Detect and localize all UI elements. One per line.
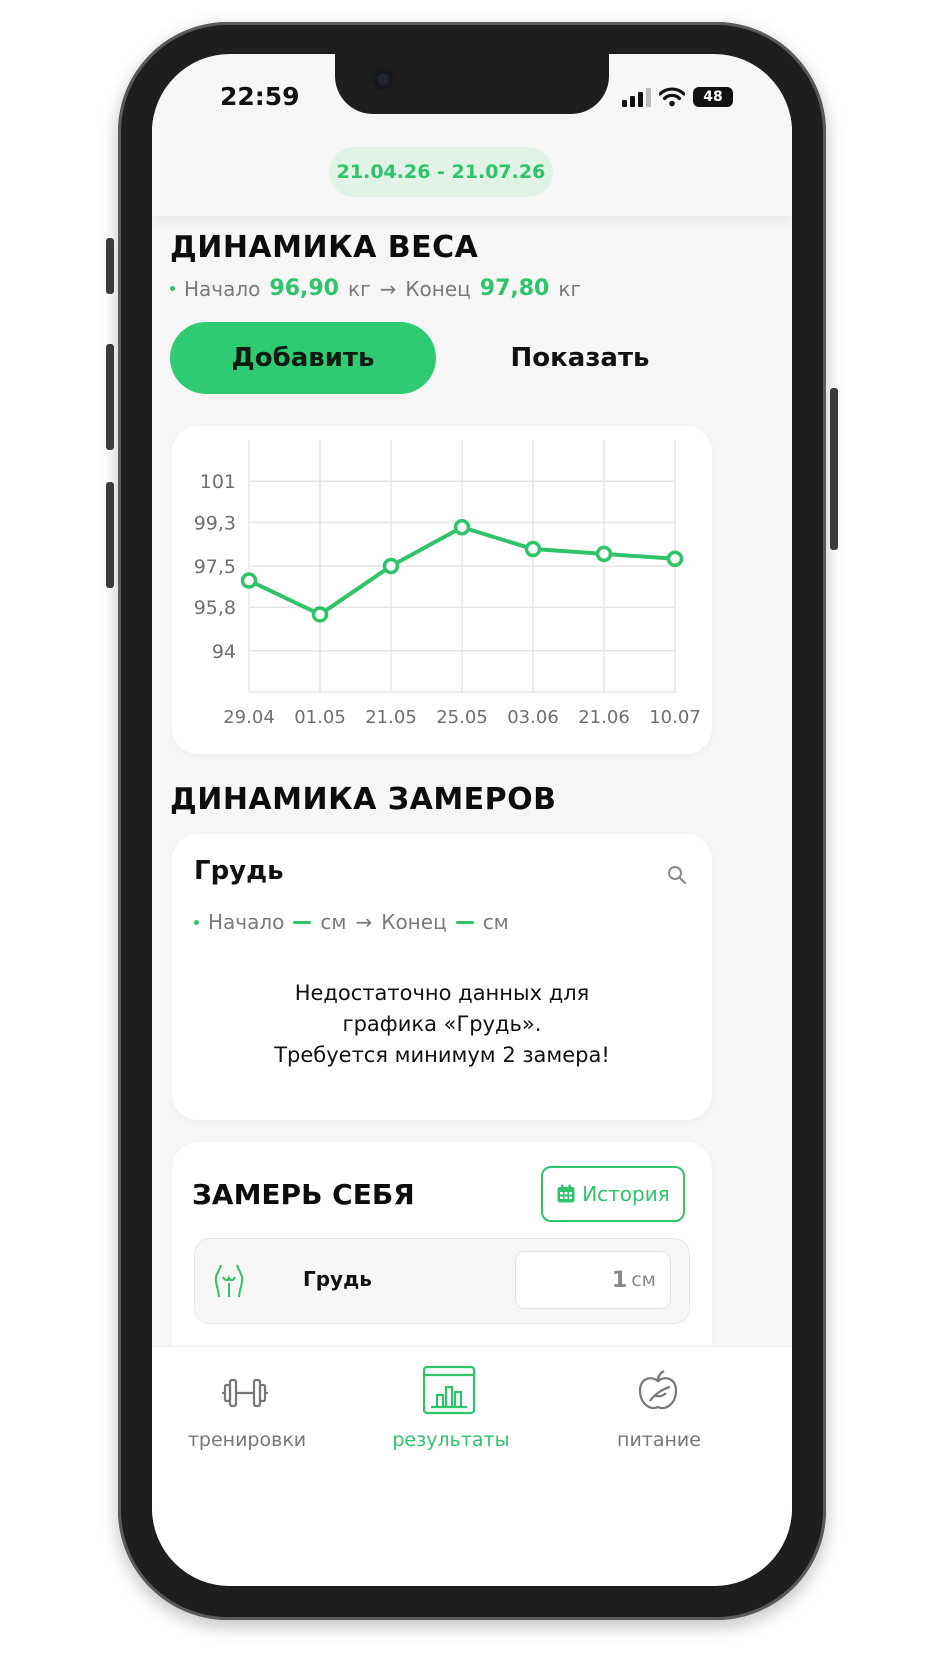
history-button-label: История — [582, 1182, 670, 1206]
volume-up-button — [106, 344, 114, 450]
bottom-tab-bar: тренировки результаты питание — [152, 1346, 792, 1586]
y-tick-label: 101 — [200, 471, 236, 493]
weight-data-point — [453, 518, 471, 536]
dumbbell-icon — [222, 1378, 268, 1408]
power-button — [830, 388, 838, 550]
weight-start-label: Начало — [184, 276, 261, 301]
add-weight-button[interactable]: Добавить — [170, 322, 436, 394]
y-tick-label: 99,3 — [194, 512, 236, 534]
chest-icon — [214, 1264, 244, 1298]
weight-data-point — [595, 545, 613, 563]
status-time: 22:59 — [220, 82, 300, 111]
measurement-value-input[interactable]: 1 см — [515, 1251, 671, 1309]
x-tick-label: 21.05 — [365, 707, 417, 728]
weight-section-title: ДИНАМИКА ВЕСА — [170, 230, 479, 265]
message-line: Недостаточно данных для — [294, 981, 590, 1005]
weight-chart: 101 99,3 97,5 95,8 94 29.04 01.05 21.05 25.05 03.… — [194, 440, 701, 728]
volume-down-button — [106, 482, 114, 588]
weight-data-point — [240, 572, 258, 589]
app-screen: 21.04.26 - 21.07.26 22:59 48 ДИНАМИКА ВЕ… — [152, 54, 792, 1586]
measure-yourself-title: ЗАМЕРЬ СЕБЯ — [192, 1178, 415, 1211]
weight-data-point — [382, 557, 400, 575]
mute-switch — [106, 238, 114, 294]
weight-data-point — [311, 606, 329, 623]
measurement-row-label: Грудь — [303, 1267, 372, 1291]
weight-start-unit: кг — [347, 276, 371, 301]
wifi-icon — [659, 87, 685, 107]
weight-summary: Начало 96,90 кг → Конец 97,80 кг — [170, 276, 581, 301]
measurement-card: Грудь Начало см → Конец см Недостаточно … — [172, 834, 712, 1120]
apple-icon — [638, 1370, 678, 1410]
x-tick-label: 29.04 — [223, 707, 275, 728]
measurement-value: 1 — [611, 1267, 628, 1293]
period-selector[interactable]: 21.04.26 - 21.07.26 — [329, 147, 553, 197]
x-tick-label: 03.06 — [507, 707, 559, 728]
calendar-icon — [557, 1184, 575, 1203]
measurement-start-label: Начало — [208, 910, 285, 934]
x-tick-label: 25.05 — [436, 707, 488, 728]
history-button[interactable]: История — [541, 1166, 685, 1222]
x-tick-label: 21.06 — [578, 707, 630, 728]
y-tick-label: 97,5 — [194, 556, 236, 578]
tab-results-label: результаты — [392, 1429, 510, 1451]
tab-nutrition-label: питание — [617, 1429, 701, 1451]
bullet-dot — [194, 919, 199, 925]
results-chart-icon — [422, 1365, 476, 1415]
arrow-icon: → — [379, 276, 397, 301]
measurement-row: Грудь 1 см — [194, 1238, 690, 1324]
weight-chart-card: 101 99,3 97,5 95,8 94 29.04 01.05 21.05 25.05 03.… — [172, 426, 712, 754]
search-icon[interactable] — [666, 864, 688, 886]
measure-yourself-card: ЗАМЕРЬ СЕБЯ История Грудь 1 см — [172, 1142, 712, 1372]
x-tick-label: 10.07 — [649, 707, 701, 728]
weight-end-unit: кг — [558, 276, 581, 301]
measurement-summary: Начало см → Конец см — [194, 910, 509, 934]
measurement-card-title: Грудь — [194, 856, 284, 886]
weight-start-value: 96,90 — [269, 276, 339, 301]
empty-value-dash — [293, 920, 312, 924]
measurement-end-label: Конец — [381, 910, 447, 934]
battery-icon: 48 — [693, 87, 733, 107]
camera-icon — [372, 68, 394, 90]
status-icons: 48 — [622, 84, 733, 110]
message-line: графика «Грудь». — [342, 1012, 542, 1036]
weight-data-point — [666, 550, 684, 567]
weight-end-value: 97,80 — [479, 276, 550, 301]
y-tick-label: 94 — [212, 641, 236, 663]
show-weight-button[interactable]: Показать — [482, 322, 678, 394]
weight-end-label: Конец — [405, 276, 471, 301]
y-tick-label: 95,8 — [194, 597, 236, 619]
weight-data-point — [524, 540, 542, 558]
measurement-unit: см — [631, 1269, 656, 1291]
measurement-end-unit: см — [482, 910, 509, 934]
arrow-icon: → — [355, 910, 373, 934]
cellular-signal-icon — [622, 87, 651, 107]
message-line: Требуется минимум 2 замера! — [274, 1043, 610, 1067]
measurements-section-title: ДИНАМИКА ЗАМЕРОВ — [170, 782, 557, 817]
x-tick-label: 01.05 — [294, 707, 346, 728]
measurement-start-unit: см — [320, 910, 347, 934]
insufficient-data-message: Недостаточно данных для графика «Грудь».… — [172, 978, 712, 1071]
tab-trainings-label: тренировки — [187, 1429, 307, 1451]
notch — [335, 54, 609, 114]
bullet-dot — [170, 286, 175, 291]
empty-value-dash — [455, 920, 474, 924]
